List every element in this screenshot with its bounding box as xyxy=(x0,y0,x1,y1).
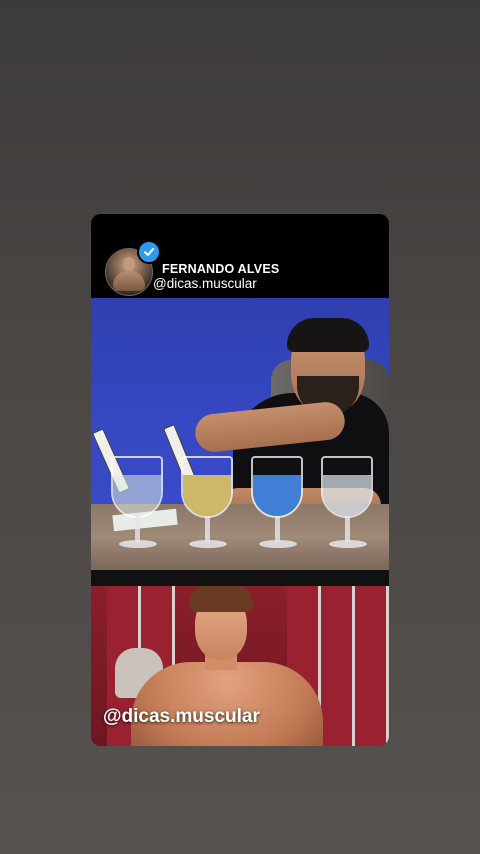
video-divider xyxy=(91,570,389,586)
glass-stem xyxy=(205,516,210,542)
video-frame-top xyxy=(91,298,389,570)
avatar-head xyxy=(123,257,135,271)
author-name[interactable]: FERNANDO ALVES xyxy=(162,262,279,276)
liquid xyxy=(183,475,231,516)
video-frame-bottom: @dicas.muscular xyxy=(91,586,389,746)
checkmark-icon xyxy=(144,248,154,256)
avatar-shoulders xyxy=(113,271,145,291)
athlete-hair xyxy=(189,586,253,612)
glass-cup xyxy=(111,456,163,518)
glass-base xyxy=(259,540,297,548)
glass-cup xyxy=(181,456,233,518)
glass-cup xyxy=(321,456,373,518)
glass-base xyxy=(189,540,227,548)
liquid xyxy=(253,475,301,516)
locker xyxy=(355,586,389,746)
author-handle[interactable]: @dicas.muscular xyxy=(153,276,257,291)
post-header: FERNANDO ALVES @dicas.muscular xyxy=(91,214,389,298)
story-post-card[interactable]: FERNANDO ALVES @dicas.muscular @dicas.mu… xyxy=(91,214,389,746)
liquid xyxy=(323,475,371,516)
glass-stem xyxy=(135,516,140,542)
athlete-body xyxy=(131,662,323,746)
locker xyxy=(321,586,355,746)
man-hair xyxy=(287,318,369,352)
video-watermark: @dicas.muscular xyxy=(103,706,260,727)
glass-base xyxy=(119,540,157,548)
glass-stem xyxy=(345,516,350,542)
glass-stem xyxy=(275,516,280,542)
verified-badge-icon xyxy=(137,240,161,264)
glass-base xyxy=(329,540,367,548)
glass-cup xyxy=(251,456,303,518)
liquid xyxy=(113,475,161,516)
